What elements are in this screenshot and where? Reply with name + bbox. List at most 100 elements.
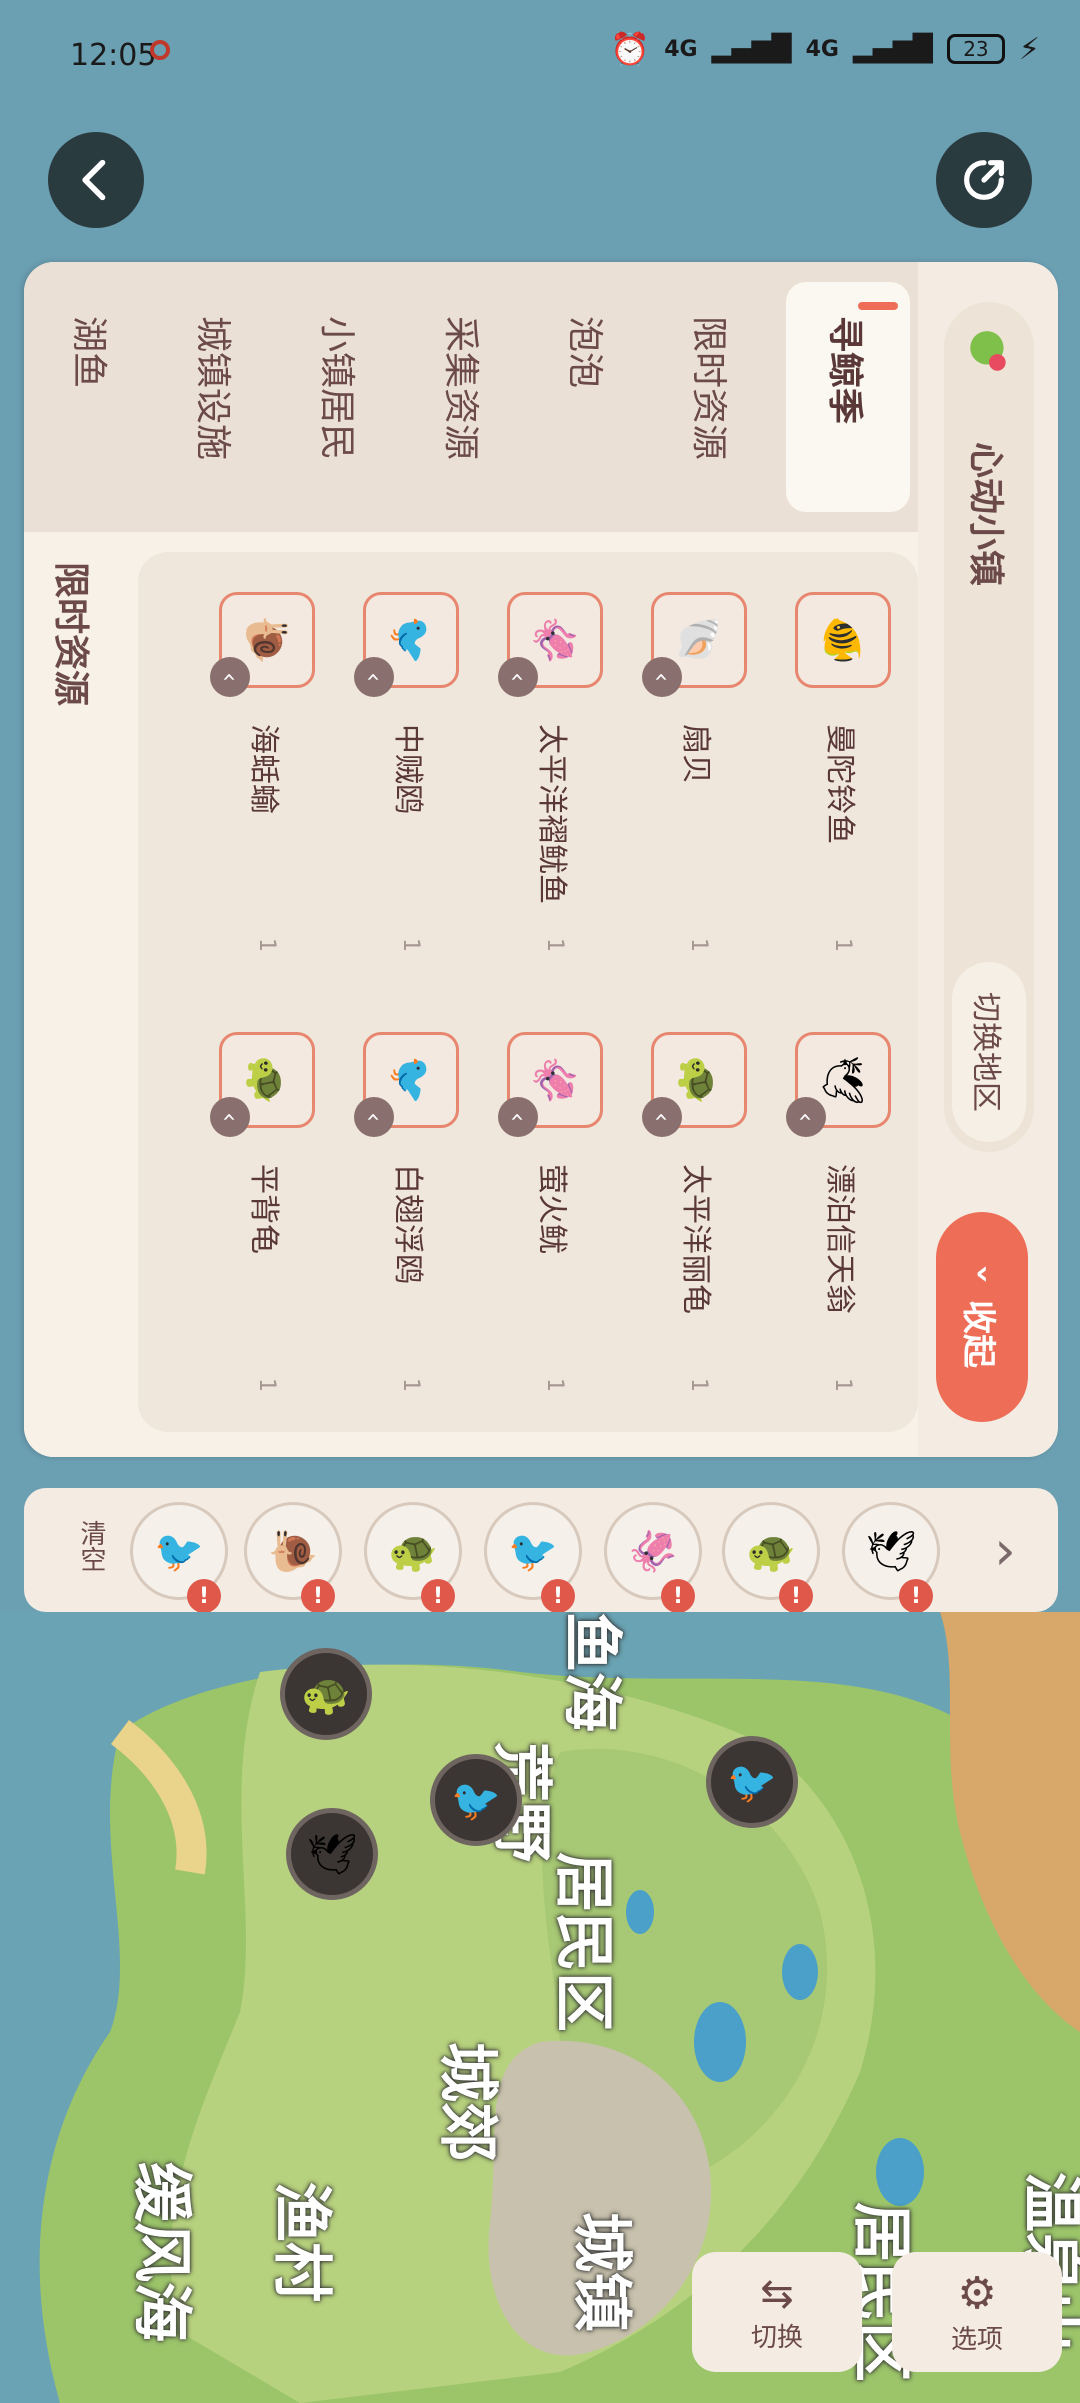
map-label: 城镇 (566, 2212, 636, 2332)
resource-name: 漂泊信天翁 (822, 1164, 857, 1314)
chevron-up-icon: ‹ (974, 1252, 990, 1293)
status-icons: ⏰ 4G ▂▄▆█ 4G ▂▄▆█ 23 ⚡ (610, 30, 1040, 68)
map-label: 缓风海 (126, 2162, 196, 2342)
resource-name: 扇贝 (678, 724, 713, 784)
resource-thumb: 🐢 ‹ (642, 1032, 747, 1137)
tracked-bubble[interactable]: 🦑! (604, 1502, 702, 1613)
tracked-bubble[interactable]: 🐢! (722, 1502, 820, 1613)
chevron-icon: ‹ (354, 657, 394, 697)
resource-item[interactable]: 🐠 曼陀铃鱼 1 (778, 552, 908, 972)
resource-thumb: 🕊 ‹ (786, 1032, 891, 1137)
status-bar: 12:05 ⏰ 4G ▂▄▆█ 4G ▂▄▆█ 23 ⚡ (0, 0, 1080, 110)
resource-thumb: 🐚 ‹ (642, 592, 747, 697)
resource-count: 1 (254, 1378, 280, 1392)
chevron-icon: ‹ (210, 657, 250, 697)
tab-limited-resources[interactable]: 限时资源 (650, 262, 774, 532)
section-title: 限时资源 (50, 562, 91, 707)
resource-item[interactable]: 🦑 ‹ 太平洋褶鱿鱼 1 (490, 552, 620, 972)
alarm-icon: ⏰ (610, 30, 651, 68)
tracked-bubble[interactable]: 🐢! (364, 1502, 462, 1613)
alert-badge: ! (541, 1579, 575, 1613)
resource-thumb: 🦑 ‹ (498, 592, 603, 697)
turtle-icon: 🐢 (243, 1055, 290, 1105)
next-arrow-button[interactable]: › (980, 1519, 1030, 1582)
gear-icon: ⚙ (957, 2268, 997, 2319)
resource-item[interactable]: 🐢 ‹ 平背龟 1 (202, 992, 332, 1412)
resource-item[interactable]: 🐢 ‹ 太平洋丽龟 1 (634, 992, 764, 1412)
chevron-icon: ‹ (498, 1097, 538, 1137)
resource-name: 萤火鱿 (534, 1164, 569, 1254)
resource-grid: 🐠 曼陀铃鱼 1 🐚 ‹ 扇贝 1 🦑 ‹ 太平洋褶鱿鱼 1 🐦 ‹ 中贼鸥 1 🐌 ‹ (138, 552, 918, 1432)
resource-name: 曼陀铃鱼 (822, 724, 857, 844)
switch-icon: ⇆ (760, 2270, 794, 2317)
tracked-bubble[interactable]: 🐦! (130, 1502, 228, 1613)
town-name: 心动小镇 (965, 442, 1006, 587)
resource-name: 太平洋丽龟 (678, 1164, 713, 1314)
tab-residents[interactable]: 小镇居民 (278, 262, 402, 532)
resource-item[interactable]: 🦑 ‹ 萤火鱿 1 (490, 992, 620, 1412)
tracked-bubble[interactable]: 🕊! (842, 1502, 940, 1613)
options-button[interactable]: ⚙ 选项 (892, 2252, 1062, 2372)
bird-icon: 🐦 (387, 615, 434, 665)
resource-name: 太平洋褶鱿鱼 (534, 724, 569, 904)
tab-gathering[interactable]: 采集资源 (402, 262, 526, 532)
tab-lake-fish[interactable]: 湖鱼 (30, 262, 154, 532)
tern-icon: 🐦 (727, 1759, 777, 1806)
switch-label: 切换 (750, 2322, 803, 2353)
chevron-icon: ‹ (642, 657, 682, 697)
back-button[interactable] (48, 132, 144, 228)
bird-icon: 🐦 (154, 1528, 204, 1575)
alert-badge: ! (661, 1579, 695, 1613)
resource-thumb: 🐦 ‹ (354, 592, 459, 697)
resource-item[interactable]: 🐦 ‹ 白翅浮鸥 1 (346, 992, 476, 1412)
resource-count: 1 (398, 1378, 424, 1392)
chevron-icon: ‹ (786, 1097, 826, 1137)
resource-count: 1 (542, 938, 568, 952)
turtle-icon: 🐢 (746, 1528, 796, 1575)
map-pin[interactable]: 🐢 (280, 1648, 372, 1740)
resource-item[interactable]: 🐌 ‹ 海蛞蝓 1 (202, 552, 332, 972)
map-label: 渔村 (266, 2182, 336, 2302)
clear-button[interactable]: 清空 (70, 1520, 110, 1572)
map-pin[interactable]: 🐦 (430, 1754, 522, 1846)
map-view[interactable]: 鱼海 荒野 居民区 城郊 城镇 渔村 缓风海 居民区 温泉山 🐢 🐦 🕊 🐦 ⇆… (0, 1612, 1080, 2403)
switch-region-button[interactable]: 切换地区 (952, 962, 1026, 1142)
chevron-icon: ‹ (498, 657, 538, 697)
alert-badge: ! (899, 1579, 933, 1613)
resource-name: 白翅浮鸥 (390, 1164, 425, 1284)
squid-icon: 🦑 (531, 615, 578, 665)
resource-count: 1 (830, 938, 856, 952)
resource-name: 海蛞蝓 (246, 724, 281, 814)
collapse-button[interactable]: ‹ 收起 (936, 1212, 1028, 1422)
resource-item[interactable]: 🐚 ‹ 扇贝 1 (634, 552, 764, 972)
tab-whale-season[interactable]: 寻鲸季 (786, 282, 910, 512)
resource-count: 1 (398, 938, 424, 952)
tracked-bubble[interactable]: 🐦! (484, 1502, 582, 1613)
resource-thumb: 🐌 ‹ (210, 592, 315, 697)
clock: 12:05 (70, 38, 157, 73)
options-label: 选项 (950, 2325, 1003, 2355)
tracked-bubble[interactable]: 🐌! (244, 1502, 342, 1613)
tern-icon: 🐦 (508, 1528, 558, 1575)
resource-name: 中贼鸥 (390, 724, 425, 814)
record-icon (150, 40, 170, 60)
alert-badge: ! (779, 1579, 813, 1613)
resource-item[interactable]: 🐦 ‹ 中贼鸥 1 (346, 552, 476, 972)
tab-facilities[interactable]: 城镇设施 (154, 262, 278, 532)
tab-bubbles[interactable]: 泡泡 (526, 262, 650, 532)
tern-icon: 🐦 (387, 1055, 434, 1105)
signal-2: 4G (805, 36, 839, 62)
map-pin[interactable]: 🕊 (286, 1808, 378, 1900)
switch-map-button[interactable]: ⇆ 切换 (692, 2252, 862, 2372)
map-pin[interactable]: 🐦 (706, 1736, 798, 1828)
alert-badge: ! (421, 1579, 455, 1613)
albatross-icon: 🕊 (865, 1528, 917, 1575)
signal-bars-icon: ▂▄▆█ (711, 34, 792, 64)
share-button[interactable] (936, 132, 1032, 228)
resource-content: 🐠 曼陀铃鱼 1 🐚 ‹ 扇贝 1 🦑 ‹ 太平洋褶鱿鱼 1 🐦 ‹ 中贼鸥 1 🐌 ‹ (24, 532, 918, 1457)
map-label: 居民区 (548, 1852, 618, 2032)
resource-item[interactable]: 🕊 ‹ 漂泊信天翁 1 (778, 992, 908, 1412)
sea-slug-icon: 🐌 (268, 1528, 318, 1575)
resource-thumb: 🦑 ‹ (498, 1032, 603, 1137)
town-selector[interactable]: 心动小镇 切换地区 (944, 302, 1034, 1152)
